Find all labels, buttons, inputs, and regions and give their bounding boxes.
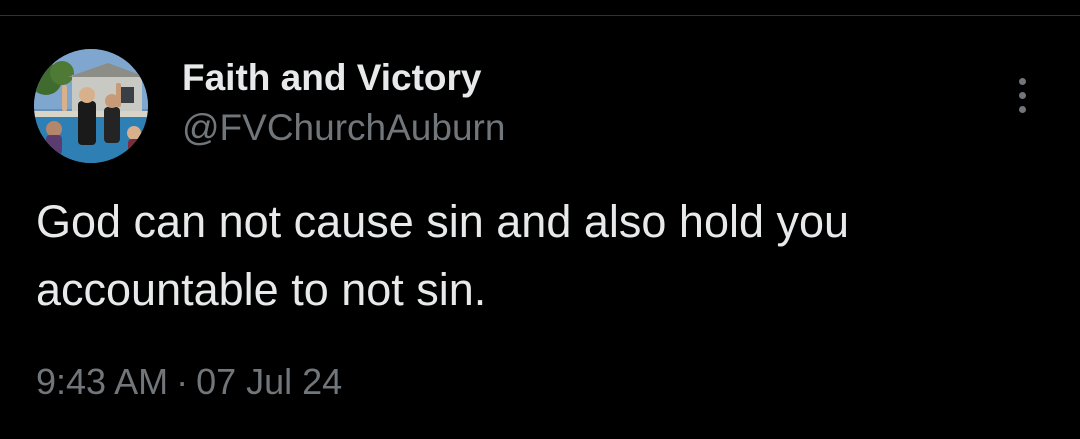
avatar[interactable]	[34, 49, 148, 163]
author-handle[interactable]: @FVChurchAuburn	[182, 106, 505, 150]
more-vertical-icon-dot	[1018, 91, 1026, 99]
more-vertical-icon-dot	[1018, 105, 1026, 113]
tweet-date[interactable]: 07 Jul 24	[196, 361, 342, 402]
meta-separator: ·	[176, 361, 189, 402]
author-display-name[interactable]: Faith and Victory	[182, 56, 482, 100]
more-options-button[interactable]	[1004, 72, 1040, 118]
avatar-photo	[34, 49, 148, 163]
tweet-meta: 9:43 AM · 07 Jul 24	[36, 358, 342, 406]
top-divider	[0, 15, 1080, 16]
more-vertical-icon	[1018, 77, 1026, 85]
tweet-time[interactable]: 9:43 AM	[36, 361, 168, 402]
tweet-text: God can not cause sin and also hold you …	[36, 196, 850, 315]
